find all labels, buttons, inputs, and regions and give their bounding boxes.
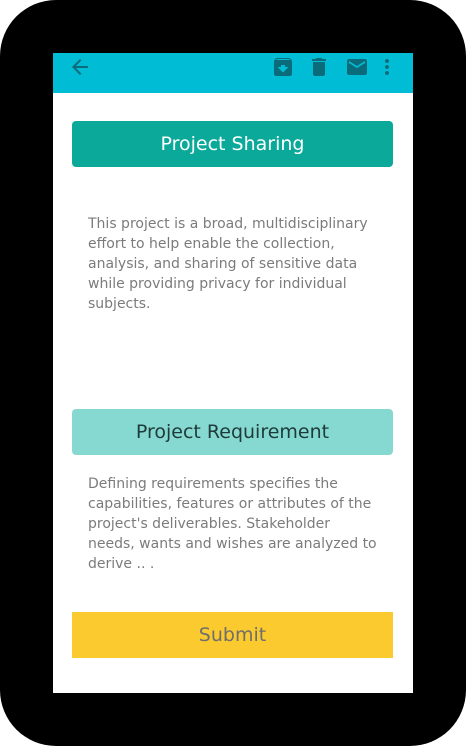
app-screen: Project Sharing This project is a broad,… xyxy=(53,53,413,693)
delete-icon[interactable] xyxy=(307,55,331,79)
project-requirement-description: Defining requirements specifies the capa… xyxy=(88,476,377,572)
submit-label: Submit xyxy=(198,624,267,646)
app-toolbar xyxy=(53,53,413,93)
project-requirement-label: Project Requirement xyxy=(135,421,330,443)
project-sharing-label: Project Sharing xyxy=(160,133,305,155)
more-vert-icon[interactable] xyxy=(375,55,399,79)
archive-icon[interactable] xyxy=(271,55,295,79)
arrow-back-icon[interactable] xyxy=(68,55,92,79)
project-sharing-button[interactable]: Project Sharing xyxy=(72,121,393,167)
project-sharing-description: This project is a broad, multidisciplina… xyxy=(88,216,368,312)
mail-icon[interactable] xyxy=(345,55,369,79)
project-requirement-button[interactable]: Project Requirement xyxy=(72,409,393,455)
device-frame: Project Sharing This project is a broad,… xyxy=(0,0,466,746)
submit-button[interactable]: Submit xyxy=(72,612,393,658)
